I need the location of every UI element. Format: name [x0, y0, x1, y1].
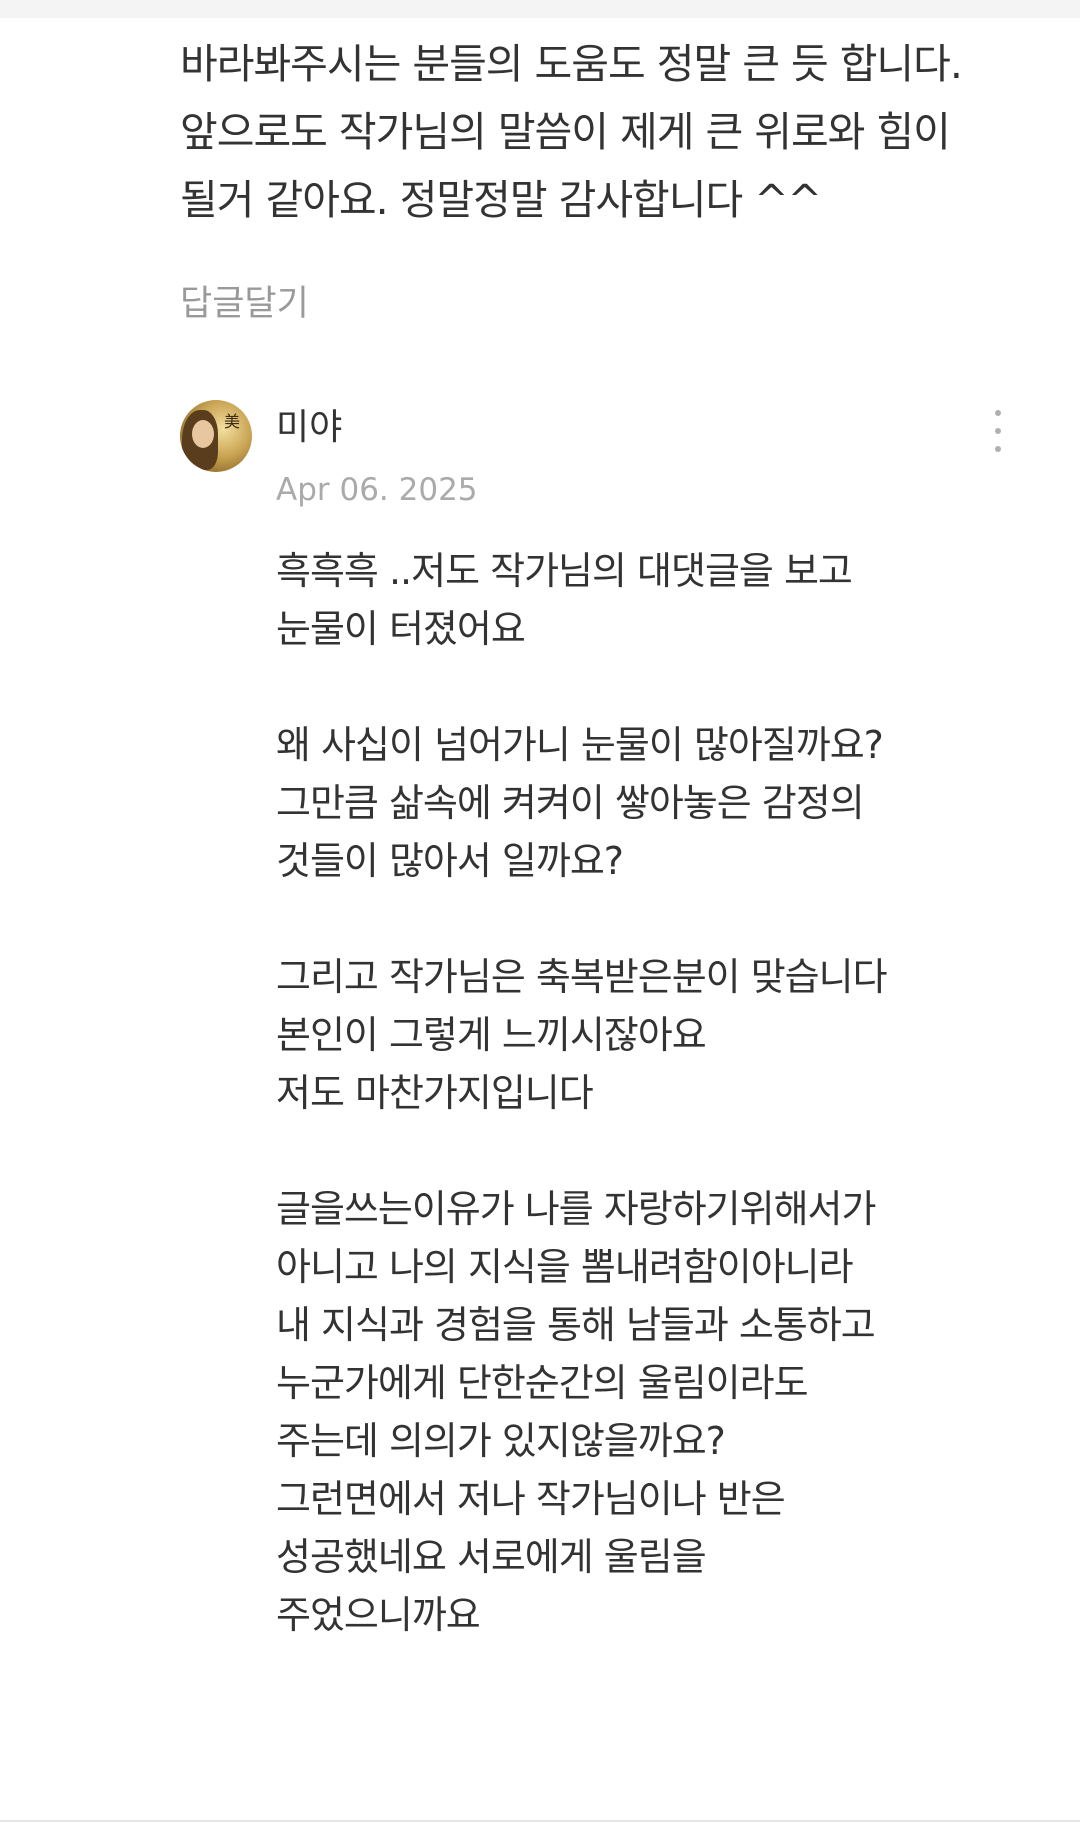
- more-options-button[interactable]: [980, 402, 1016, 462]
- previous-reply: 바라봐주시는 분들의 도움도 정말 큰 듯 합니다. 앞으로도 작가님의 말씀이…: [180, 30, 1040, 326]
- comment-date: Apr 06. 2025: [276, 472, 478, 508]
- more-vertical-icon-dot: [995, 428, 1001, 434]
- avatar-face-shape: [192, 420, 214, 448]
- comment-author[interactable]: 미야: [276, 404, 342, 452]
- avatar[interactable]: 美: [180, 400, 252, 472]
- more-vertical-icon: [995, 410, 1001, 416]
- comment-body: 흑흑흑 ..저도 작가님의 대댓글을 보고 눈물이 터졌어요 왜 사십이 넘어가…: [276, 549, 888, 1637]
- top-divider-strip: [0, 0, 1080, 18]
- more-vertical-icon-dot: [995, 446, 1001, 452]
- previous-reply-text: 바라봐주시는 분들의 도움도 정말 큰 듯 합니다. 앞으로도 작가님의 말씀이…: [180, 40, 963, 224]
- avatar-logo-glyph: 美: [224, 412, 241, 431]
- bottom-divider: [0, 1820, 1080, 1822]
- reply-button[interactable]: 답글달기: [180, 282, 309, 326]
